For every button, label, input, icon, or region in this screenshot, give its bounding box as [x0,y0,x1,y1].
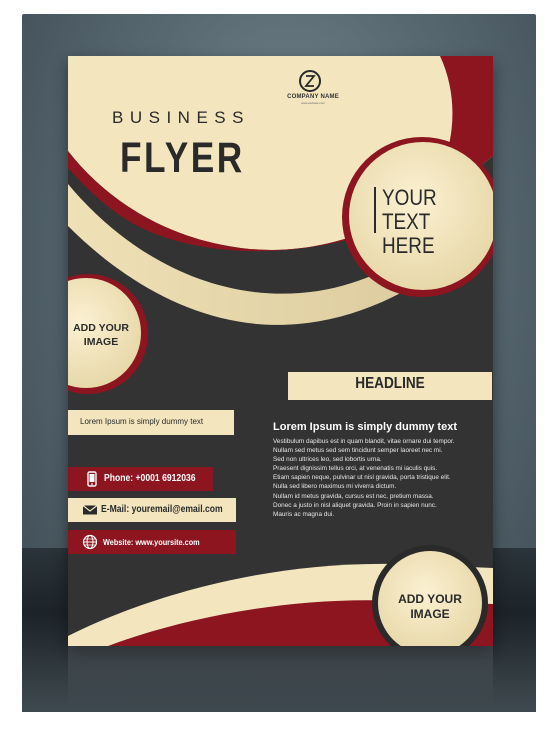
phone-icon [87,471,97,487]
callout-text: YOUR TEXT HERE [382,186,477,258]
email-text: E-Mail: youremail@email.com [101,504,223,515]
callout-line-2: TEXT HERE [382,209,435,258]
mockup-stage: COMPANY NAME www.website.com BUSINESS FL… [0,0,556,740]
envelope-icon [82,505,98,515]
body-line: Praesent dignissim tellus orci, at venen… [273,465,438,473]
body-line: Mauris ac magna dui. [273,510,335,518]
flyer-reflection [68,646,493,706]
flyer-page: COMPANY NAME www.website.com BUSINESS FL… [68,56,493,646]
company-tagline: www.website.com [301,101,325,105]
title-top: BUSINESS [112,108,250,127]
body-line: Nullam sed metus sed sem tincidunt sempe… [273,447,443,455]
left-image-line-1: ADD YOUR [73,322,129,334]
company-name: COMPANY NAME [287,94,339,100]
bottom-image-line-1: ADD YOUR [398,592,462,606]
body-line: Etiam sapien neque, pulvinar ut nisl gra… [273,474,451,482]
title-main: FLYER [120,134,245,182]
body-line: Nullam id metus gravida, cursus est nec,… [273,492,434,500]
side-caption: Lorem Ipsum is simply dummy text [80,417,204,426]
bottom-image-placeholder: ADD YOUR IMAGE [376,592,484,622]
body-line: Nulla sed libero maximus mi viverra dict… [273,483,397,491]
left-image-placeholder: ADD YOUR IMAGE [68,321,134,349]
callout-divider [374,187,376,233]
body-paragraph: Vestibulum dapibus est in quam blandit, … [273,437,488,519]
headline: HEADLINE [355,375,425,392]
callout-line-1: YOUR [382,185,437,210]
body-line: Sed non ultrices leo, sed lobortis urna. [273,456,382,464]
globe-icon [82,534,98,550]
body-line: Donec a justo in nisl aliquet gravida. P… [273,501,437,509]
company-logo-icon [299,70,321,92]
body-line: Vestibulum dapibus est in quam blandit, … [273,438,455,445]
left-image-line-2: IMAGE [83,336,119,348]
body-subheading: Lorem Ipsum is simply dummy text [273,421,457,433]
bottom-image-line-2: IMAGE [410,607,450,621]
website-text: Website: www.yoursite.com [103,537,200,547]
phone-text: Phone: +0001 6912036 [104,473,196,484]
